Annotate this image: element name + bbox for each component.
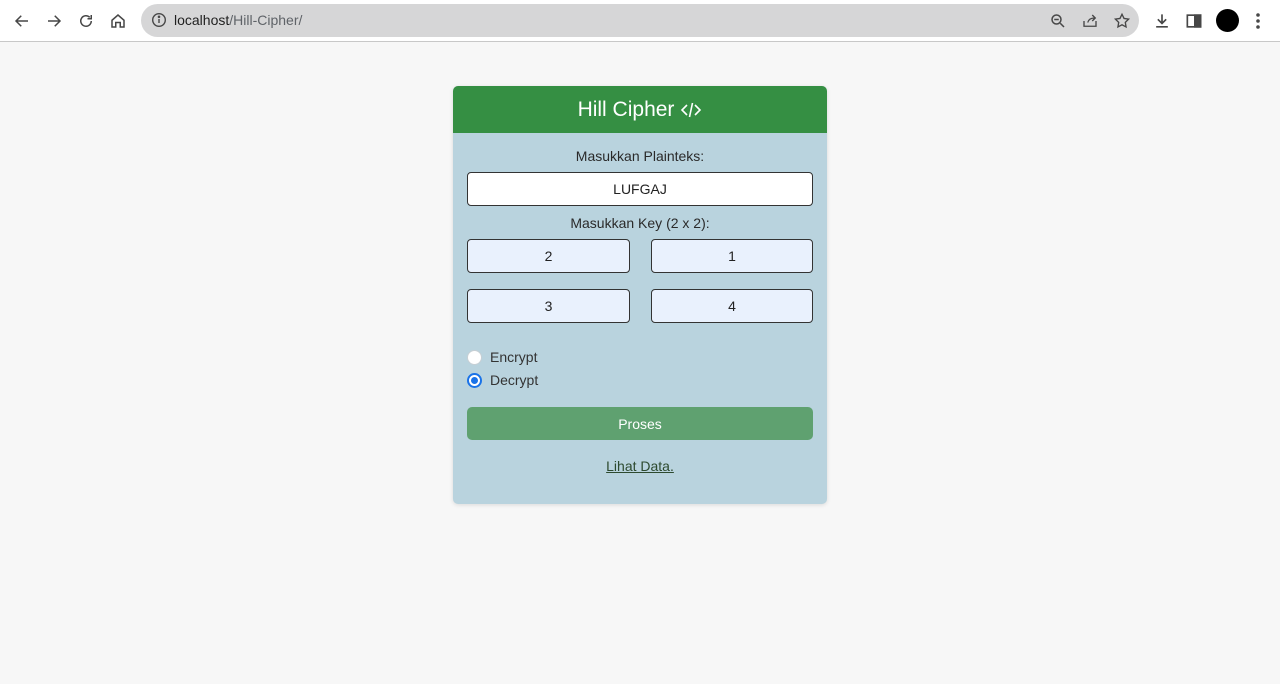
key-label: Masukkan Key (2 x 2):: [570, 215, 710, 231]
encrypt-label: Encrypt: [490, 349, 538, 365]
url-host: localhost: [174, 12, 230, 28]
url-path: /Hill-Cipher/: [229, 12, 303, 28]
card-header: Hill Cipher: [453, 86, 827, 133]
profile-avatar[interactable]: [1216, 9, 1239, 32]
encrypt-option[interactable]: Encrypt: [467, 349, 537, 365]
code-icon: [680, 99, 702, 121]
plaintext-input[interactable]: LUFGAJ: [467, 172, 813, 206]
home-icon[interactable]: [106, 9, 130, 33]
key-input-2[interactable]: 1: [651, 239, 813, 273]
decrypt-option[interactable]: Decrypt: [467, 372, 538, 388]
lihat-data-link[interactable]: Lihat Data.: [453, 458, 827, 474]
url-text: localhost/Hill-Cipher/: [174, 12, 302, 29]
forward-arrow-icon[interactable]: [42, 9, 66, 33]
decrypt-radio[interactable]: [467, 372, 482, 388]
reload-icon[interactable]: [74, 9, 98, 33]
key-input-1[interactable]: 2: [467, 239, 630, 273]
site-info-icon[interactable]: [151, 12, 167, 28]
back-arrow-icon[interactable]: [10, 9, 34, 33]
zoom-icon[interactable]: [1049, 12, 1067, 30]
hill-cipher-card: Hill Cipher Masukkan Plainteks: LUFGAJ M…: [453, 86, 827, 504]
bookmark-star-icon[interactable]: [1113, 12, 1131, 30]
key-input-4[interactable]: 4: [651, 289, 813, 323]
plaintext-label: Masukkan Plainteks:: [575, 148, 705, 164]
share-icon[interactable]: [1081, 12, 1099, 30]
decrypt-label: Decrypt: [490, 372, 539, 388]
download-icon[interactable]: [1152, 11, 1172, 31]
side-panel-icon[interactable]: [1184, 11, 1204, 31]
encrypt-radio[interactable]: [467, 349, 482, 365]
browser-toolbar: localhost/Hill-Cipher/: [0, 0, 1280, 42]
menu-kebab-icon[interactable]: [1250, 11, 1266, 31]
address-bar[interactable]: localhost/Hill-Cipher/: [141, 4, 1139, 37]
key-input-3[interactable]: 3: [467, 289, 630, 323]
page-title: Hill Cipher: [577, 97, 675, 121]
proses-button[interactable]: Proses: [467, 407, 813, 440]
